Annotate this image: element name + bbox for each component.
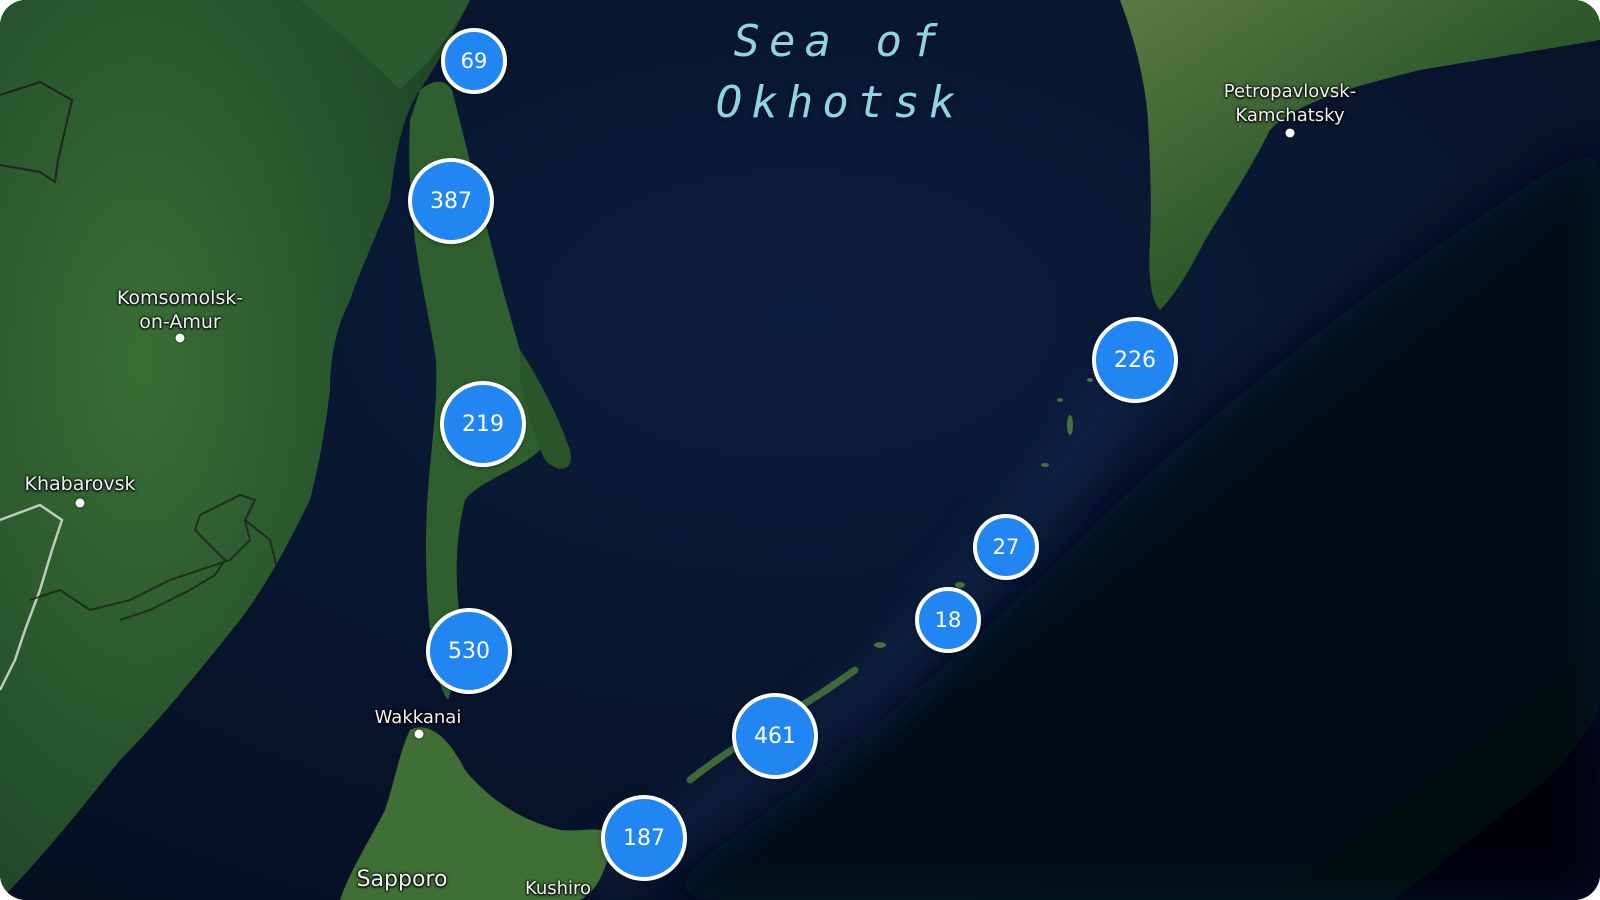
- cluster-marker[interactable]: 18: [915, 587, 981, 653]
- place-label-komsomolsk: Komsomolsk- on-Amur: [117, 286, 243, 334]
- place-label-khabarovsk: Khabarovsk: [24, 473, 136, 495]
- place-label-wakkanai: Wakkanai: [374, 707, 462, 728]
- place-label-komsomolsk-line2: on-Amur: [139, 311, 221, 333]
- cluster-marker[interactable]: 187: [601, 795, 687, 881]
- place-label-kushiro: Kushiro: [524, 878, 592, 899]
- cluster-marker[interactable]: 387: [408, 158, 494, 244]
- sea-label-line2: Okhotsk: [715, 77, 965, 128]
- map-viewport[interactable]: Sea of Okhotsk Komsomolsk- on-Amur Khaba…: [0, 0, 1600, 900]
- city-marker-khabarovsk[interactable]: [75, 498, 85, 508]
- place-label-komsomolsk-line1: Komsomolsk-: [116, 287, 244, 309]
- cluster-marker[interactable]: 219: [440, 381, 526, 467]
- cluster-marker[interactable]: 27: [973, 514, 1039, 580]
- place-label-petropavlovsk-line2: Kamchatsky: [1235, 105, 1345, 126]
- place-label-sapporo: Sapporo: [356, 867, 448, 892]
- place-label-petropavlovsk: Petropavlovsk- Kamchatsky: [1224, 80, 1356, 128]
- sea-label-line1: Sea of: [733, 16, 947, 67]
- cluster-marker[interactable]: 461: [732, 693, 818, 779]
- cluster-marker[interactable]: 226: [1092, 317, 1178, 403]
- place-label-petropavlovsk-line1: Petropavlovsk-: [1223, 81, 1357, 102]
- city-marker-wakkanai[interactable]: [414, 729, 424, 739]
- cluster-marker[interactable]: 530: [426, 608, 512, 694]
- cluster-marker[interactable]: 69: [441, 28, 507, 94]
- city-marker-petropavlovsk[interactable]: [1285, 128, 1295, 138]
- city-marker-komsomolsk[interactable]: [175, 333, 185, 343]
